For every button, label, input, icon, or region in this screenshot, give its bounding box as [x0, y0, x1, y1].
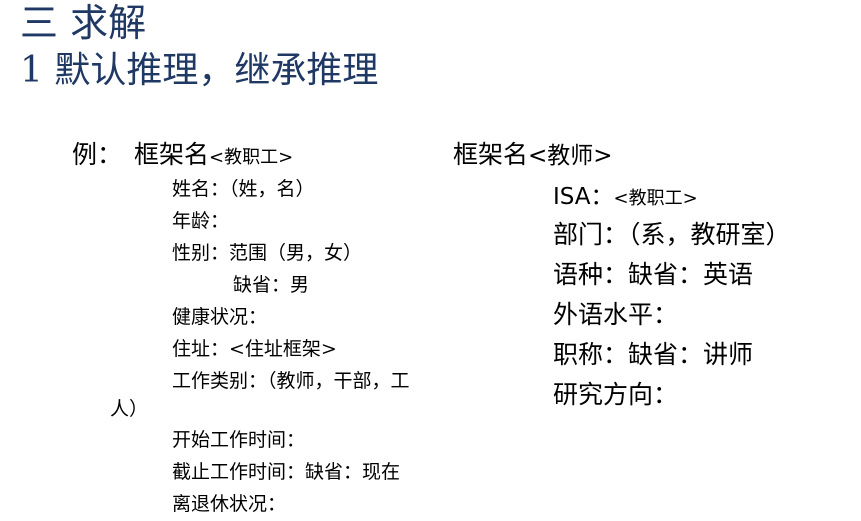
example-label: 例：: [72, 140, 123, 169]
left-slot-start-time: 开始工作时间：: [172, 429, 306, 451]
right-slot-research: 研究方向：: [553, 380, 679, 409]
right-slot-department: 部门：（系，教研室）: [553, 220, 791, 249]
slide-heading: 三 求解: [20, 1, 147, 45]
left-slot-end-time: 截止工作时间：缺省：现在: [172, 461, 401, 483]
left-slot-age: 年龄：: [172, 210, 230, 232]
left-slot-gender-default: 缺省：男: [233, 274, 310, 296]
left-frame-prefix: 框架名: [134, 140, 210, 169]
left-slot-name: 姓名：（姓，名）: [172, 178, 315, 200]
right-isa-label: ISA：: [553, 184, 614, 210]
left-frame-header: 框架名<教职工>: [134, 139, 293, 174]
right-slot-language: 语种：缺省：英语: [553, 260, 754, 289]
left-slot-retirement: 离退休状况：: [172, 493, 287, 515]
right-slot-title: 职称：缺省：讲师: [553, 340, 754, 369]
right-frame-prefix: 框架名: [453, 140, 529, 169]
left-slot-health: 健康状况：: [172, 306, 268, 328]
right-frame-header: 框架名<教师>: [453, 139, 613, 172]
slide-subheading: 1 默认推理，继承推理: [20, 50, 379, 91]
right-isa-value: <教职工>: [613, 188, 698, 209]
right-frame-name: <教师>: [528, 143, 613, 169]
left-slot-gender: 性别：范围（男，女）: [172, 242, 363, 264]
left-slot-job-category: 工作类别：（教师，干部，工: [172, 370, 410, 392]
right-isa: ISA：<教职工>: [553, 180, 698, 215]
left-slot-job-category-cont: 人）: [110, 398, 149, 420]
right-slot-language-level: 外语水平：: [553, 300, 679, 329]
left-frame-name: <教职工>: [209, 147, 294, 168]
left-slot-address: 住址：<住址框架>: [172, 338, 337, 360]
